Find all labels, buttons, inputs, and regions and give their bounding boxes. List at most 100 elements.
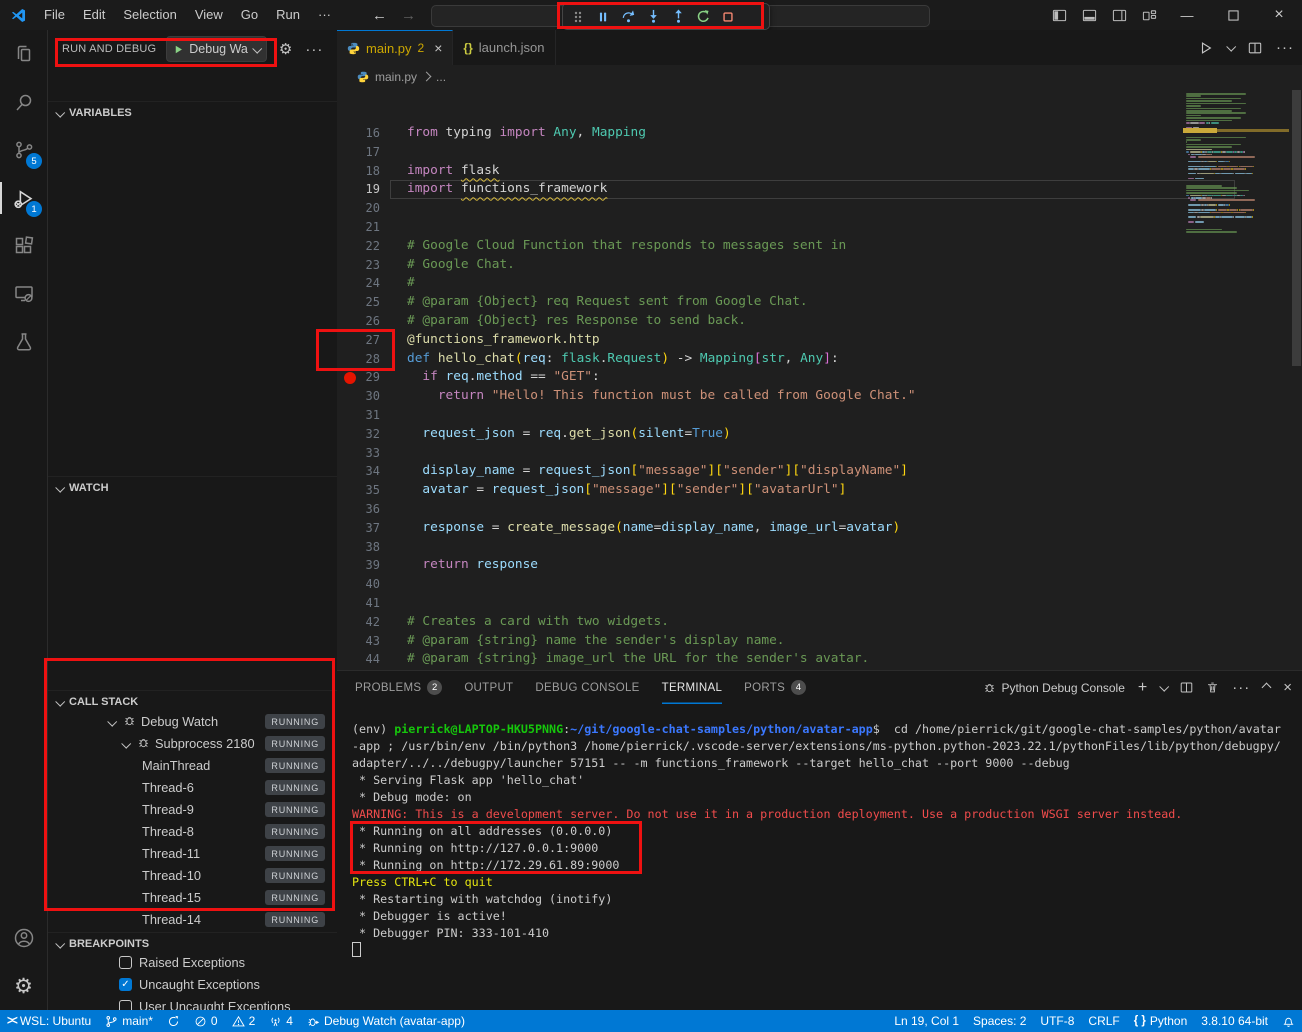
accounts-icon[interactable] — [0, 914, 47, 962]
close-panel-icon[interactable]: × — [1283, 679, 1292, 696]
code-editor[interactable]: 16from typing import Any, Mapping1718imp… — [337, 88, 1302, 670]
menu-more-icon[interactable]: ··· — [309, 7, 340, 22]
status-ln-19-col-1[interactable]: Ln 19, Col 1 — [887, 1010, 966, 1032]
stop-icon[interactable] — [719, 8, 737, 26]
status-main-[interactable]: main* — [98, 1010, 160, 1032]
call-stack-item[interactable]: MainThreadRUNNING — [48, 755, 337, 777]
code-line[interactable]: 37 response = create_message(name=displa… — [337, 519, 1302, 538]
split-editor-icon[interactable] — [1248, 41, 1262, 55]
customize-layout-icon[interactable] — [1134, 0, 1164, 30]
panel-tab-problems[interactable]: PROBLEMS2 — [355, 671, 442, 704]
code-line[interactable]: 19import functions_framework — [337, 180, 1302, 199]
remote-explorer-icon[interactable] — [0, 270, 47, 318]
panel-tab-debug-console[interactable]: DEBUG CONSOLE — [535, 671, 639, 704]
terminal-dropdown-icon[interactable] — [1159, 682, 1169, 692]
editor-scrollbar[interactable] — [1292, 90, 1301, 366]
breakpoint-checkbox[interactable] — [119, 956, 132, 969]
call-stack-item[interactable]: Thread-11RUNNING — [48, 843, 337, 865]
variables-section-header[interactable]: VARIABLES — [48, 101, 337, 124]
line-number[interactable]: 17 — [340, 143, 380, 162]
terminal-name[interactable]: Python Debug Console — [983, 681, 1124, 695]
restart-icon[interactable] — [694, 8, 712, 26]
line-number[interactable]: 39 — [340, 556, 380, 575]
line-number[interactable]: 38 — [340, 538, 380, 557]
run-dropdown-chevron-icon[interactable] — [1226, 42, 1236, 52]
code-line[interactable]: 23# Google Chat. — [337, 256, 1302, 275]
watch-section-header[interactable]: WATCH — [48, 476, 337, 499]
panel-tab-terminal[interactable]: TERMINAL — [662, 671, 723, 704]
step-over-icon[interactable] — [619, 8, 637, 26]
code-line[interactable]: 39 return response — [337, 556, 1302, 575]
call-stack-section-header[interactable]: CALL STACK — [48, 690, 337, 713]
code-line[interactable]: 17 — [337, 143, 1302, 162]
step-out-icon[interactable] — [669, 8, 687, 26]
code-line[interactable]: 22# Google Cloud Function that responds … — [337, 237, 1302, 256]
line-number[interactable]: 27 — [340, 331, 380, 350]
call-stack-item[interactable]: Thread-14RUNNING — [48, 909, 337, 931]
panel-tab-output[interactable]: OUTPUT — [464, 671, 513, 704]
code-line[interactable]: 32 request_json = req.get_json(silent=Tr… — [337, 425, 1302, 444]
call-stack-item[interactable]: Thread-10RUNNING — [48, 865, 337, 887]
line-number[interactable]: 36 — [340, 500, 380, 519]
search-icon[interactable] — [0, 78, 47, 126]
close-window-button[interactable]: × — [1256, 0, 1302, 30]
line-number[interactable]: 30 — [340, 387, 380, 406]
line-number[interactable]: 40 — [340, 575, 380, 594]
gripper-icon[interactable] — [569, 8, 587, 26]
menu-selection[interactable]: Selection — [114, 7, 185, 22]
line-number[interactable]: 31 — [340, 406, 380, 425]
code-line[interactable]: 35 avatar = request_json["message"]["sen… — [337, 481, 1302, 500]
line-number[interactable]: 16 — [340, 124, 380, 143]
kill-terminal-trash-icon[interactable] — [1206, 681, 1219, 694]
line-number[interactable]: 20 — [340, 199, 380, 218]
menu-go[interactable]: Go — [232, 7, 267, 22]
tab-launch-json[interactable]: {} launch.json — [453, 30, 555, 65]
views-more-icon[interactable]: ··· — [305, 41, 323, 58]
code-line[interactable]: 21 — [337, 218, 1302, 237]
breakpoint-item[interactable]: User Uncaught Exceptions — [48, 996, 337, 1010]
code-line[interactable]: 28def hello_chat(req: flask.Request) -> … — [337, 350, 1302, 369]
menu-run[interactable]: Run — [267, 7, 309, 22]
code-line[interactable]: 29 if req.method == "GET": — [337, 368, 1302, 387]
status-wsl-ubuntu[interactable]: ><WSL: Ubuntu — [0, 1010, 98, 1032]
minimap[interactable] — [1183, 90, 1289, 668]
status-0[interactable]: 0 — [187, 1010, 225, 1032]
minimize-button[interactable]: — — [1164, 0, 1210, 30]
line-number[interactable]: 41 — [340, 594, 380, 613]
status-utf-8[interactable]: UTF-8 — [1033, 1010, 1081, 1032]
line-number[interactable]: 24 — [340, 274, 380, 293]
line-number[interactable]: 23 — [340, 256, 380, 275]
toggle-secondary-sidebar-icon[interactable] — [1104, 0, 1134, 30]
code-line[interactable]: 44# @param {string} image_url the URL fo… — [337, 650, 1302, 669]
code-line[interactable]: 24# — [337, 274, 1302, 293]
line-number[interactable]: 44 — [340, 650, 380, 669]
line-number[interactable]: 26 — [340, 312, 380, 331]
code-line[interactable]: 42# Creates a card with two widgets. — [337, 613, 1302, 632]
run-python-file-icon[interactable] — [1199, 41, 1213, 55]
status-debug-watch-avatar-app-[interactable]: Debug Watch (avatar-app) — [300, 1010, 472, 1032]
toggle-panel-icon[interactable] — [1074, 0, 1104, 30]
code-line[interactable]: 20 — [337, 199, 1302, 218]
call-stack-item[interactable]: Subprocess 2180RUNNING — [48, 733, 337, 755]
close-icon[interactable]: × — [434, 40, 442, 56]
line-number[interactable]: 42 — [340, 613, 380, 632]
breadcrumb[interactable]: main.py ... — [337, 65, 1302, 88]
maximize-button[interactable] — [1210, 0, 1256, 30]
line-number[interactable]: 33 — [340, 444, 380, 463]
line-number[interactable]: 21 — [340, 218, 380, 237]
code-line[interactable]: 27@functions_framework.http — [337, 331, 1302, 350]
code-line[interactable]: 40 — [337, 575, 1302, 594]
code-line[interactable]: 38 — [337, 538, 1302, 557]
status-spaces-2[interactable]: Spaces: 2 — [966, 1010, 1033, 1032]
split-terminal-icon[interactable] — [1180, 681, 1193, 694]
back-arrow-icon[interactable]: ← — [372, 7, 387, 24]
breakpoint-checkbox[interactable]: ✓ — [119, 978, 132, 991]
breakpoint-checkbox[interactable] — [119, 1000, 132, 1011]
tab-main-py[interactable]: main.py 2 × — [337, 30, 453, 65]
line-number[interactable]: 34 — [340, 462, 380, 481]
code-line[interactable]: 30 return "Hello! This function must be … — [337, 387, 1302, 406]
status-2[interactable]: 2 — [225, 1010, 263, 1032]
menu-view[interactable]: View — [186, 7, 232, 22]
code-line[interactable]: 34 display_name = request_json["message"… — [337, 462, 1302, 481]
code-line[interactable]: 43# @param {string} name the sender's di… — [337, 632, 1302, 651]
